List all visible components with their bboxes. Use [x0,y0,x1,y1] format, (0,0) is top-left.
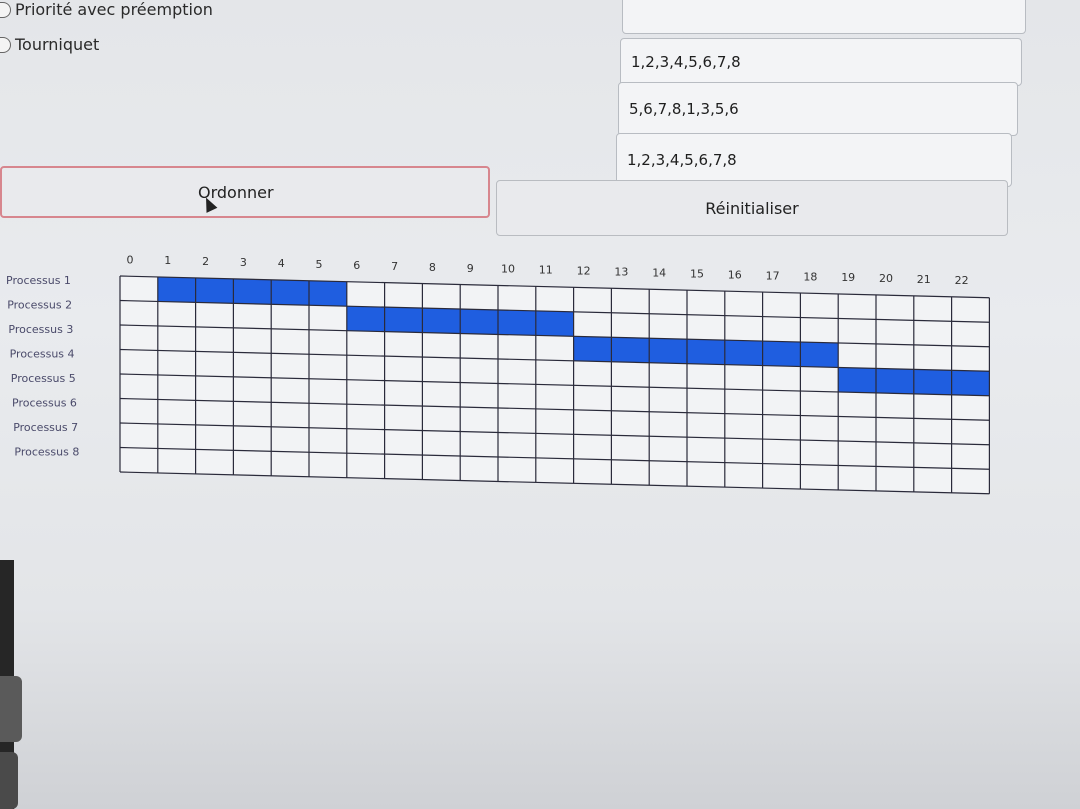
time-tick-label: 3 [240,256,247,269]
process-label: Processus 4 [10,348,75,361]
time-tick-label: 9 [467,262,474,275]
time-tick-label: 0 [127,253,134,266]
time-tick-label: 16 [728,268,742,281]
time-tick-label: 20 [879,272,893,285]
time-tick-label: 14 [652,266,666,279]
time-tick-label: 4 [278,257,285,270]
time-tick-label: 5 [316,258,323,271]
process-label: Processus 1 [6,274,71,287]
process-label: Processus 2 [7,299,72,312]
time-tick-label: 18 [803,270,817,283]
process-label: Processus 7 [13,421,78,434]
time-tick-label: 22 [955,274,969,287]
time-tick-label: 11 [539,264,553,277]
gantt-chart: 0 1 2 3 4 5 6 7 8 9 10 11 12 13 14 15 16 17 18 19 20 21 22Proc… [6,253,991,495]
time-tick-label: 12 [577,265,591,278]
time-tick-label: 6 [353,259,360,272]
dock-item[interactable] [0,752,18,809]
time-tick-label: 13 [614,266,628,279]
process-label: Processus 3 [8,323,73,336]
process-label: Processus 5 [11,372,76,385]
dock-item[interactable] [0,676,22,742]
time-tick-label: 1 [164,254,171,267]
process-label: Processus 8 [14,446,79,459]
time-tick-label: 17 [766,269,780,282]
time-tick-label: 21 [917,273,931,286]
process-label: Processus 6 [12,397,77,410]
time-tick-label: 7 [391,260,398,273]
time-tick-label: 19 [841,271,855,284]
time-tick-label: 8 [429,261,436,274]
time-tick-label: 15 [690,267,704,280]
time-tick-label: 2 [202,255,209,268]
time-tick-label: 10 [501,263,515,276]
